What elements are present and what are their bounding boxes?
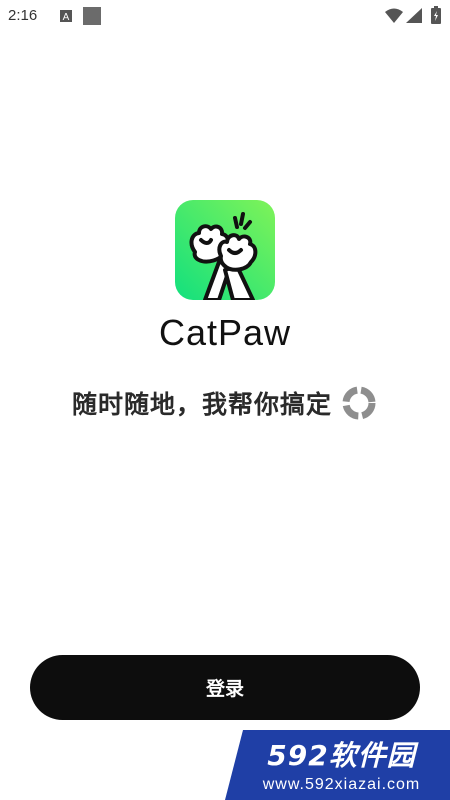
square-notification-icon [83, 7, 101, 25]
tagline-row: 随时随地，我帮你搞定 [0, 384, 450, 422]
status-time: 2:16 [8, 7, 38, 24]
cat-paw-high-five-icon [175, 200, 275, 300]
app-name: CatPaw [158, 312, 292, 353]
watermark-url: www.592xiazai.com [262, 776, 421, 793]
tagline: 随时随地，我帮你搞定 [71, 390, 332, 419]
status-bar: 2:16 A [0, 0, 450, 32]
wifi-icon [385, 8, 403, 23]
login-button[interactable]: 登录 [30, 655, 420, 720]
a-notification-icon: A [60, 10, 72, 22]
svg-text:A: A [63, 12, 70, 22]
loading-spinner-icon [342, 386, 376, 420]
watermark-brand: 592软件园 [267, 739, 416, 772]
login-button-label: 登录 [205, 678, 244, 700]
signal-icon [406, 8, 422, 23]
battery-icon [431, 6, 441, 24]
watermark: 592软件园 www.592xiazai.com [225, 730, 450, 800]
